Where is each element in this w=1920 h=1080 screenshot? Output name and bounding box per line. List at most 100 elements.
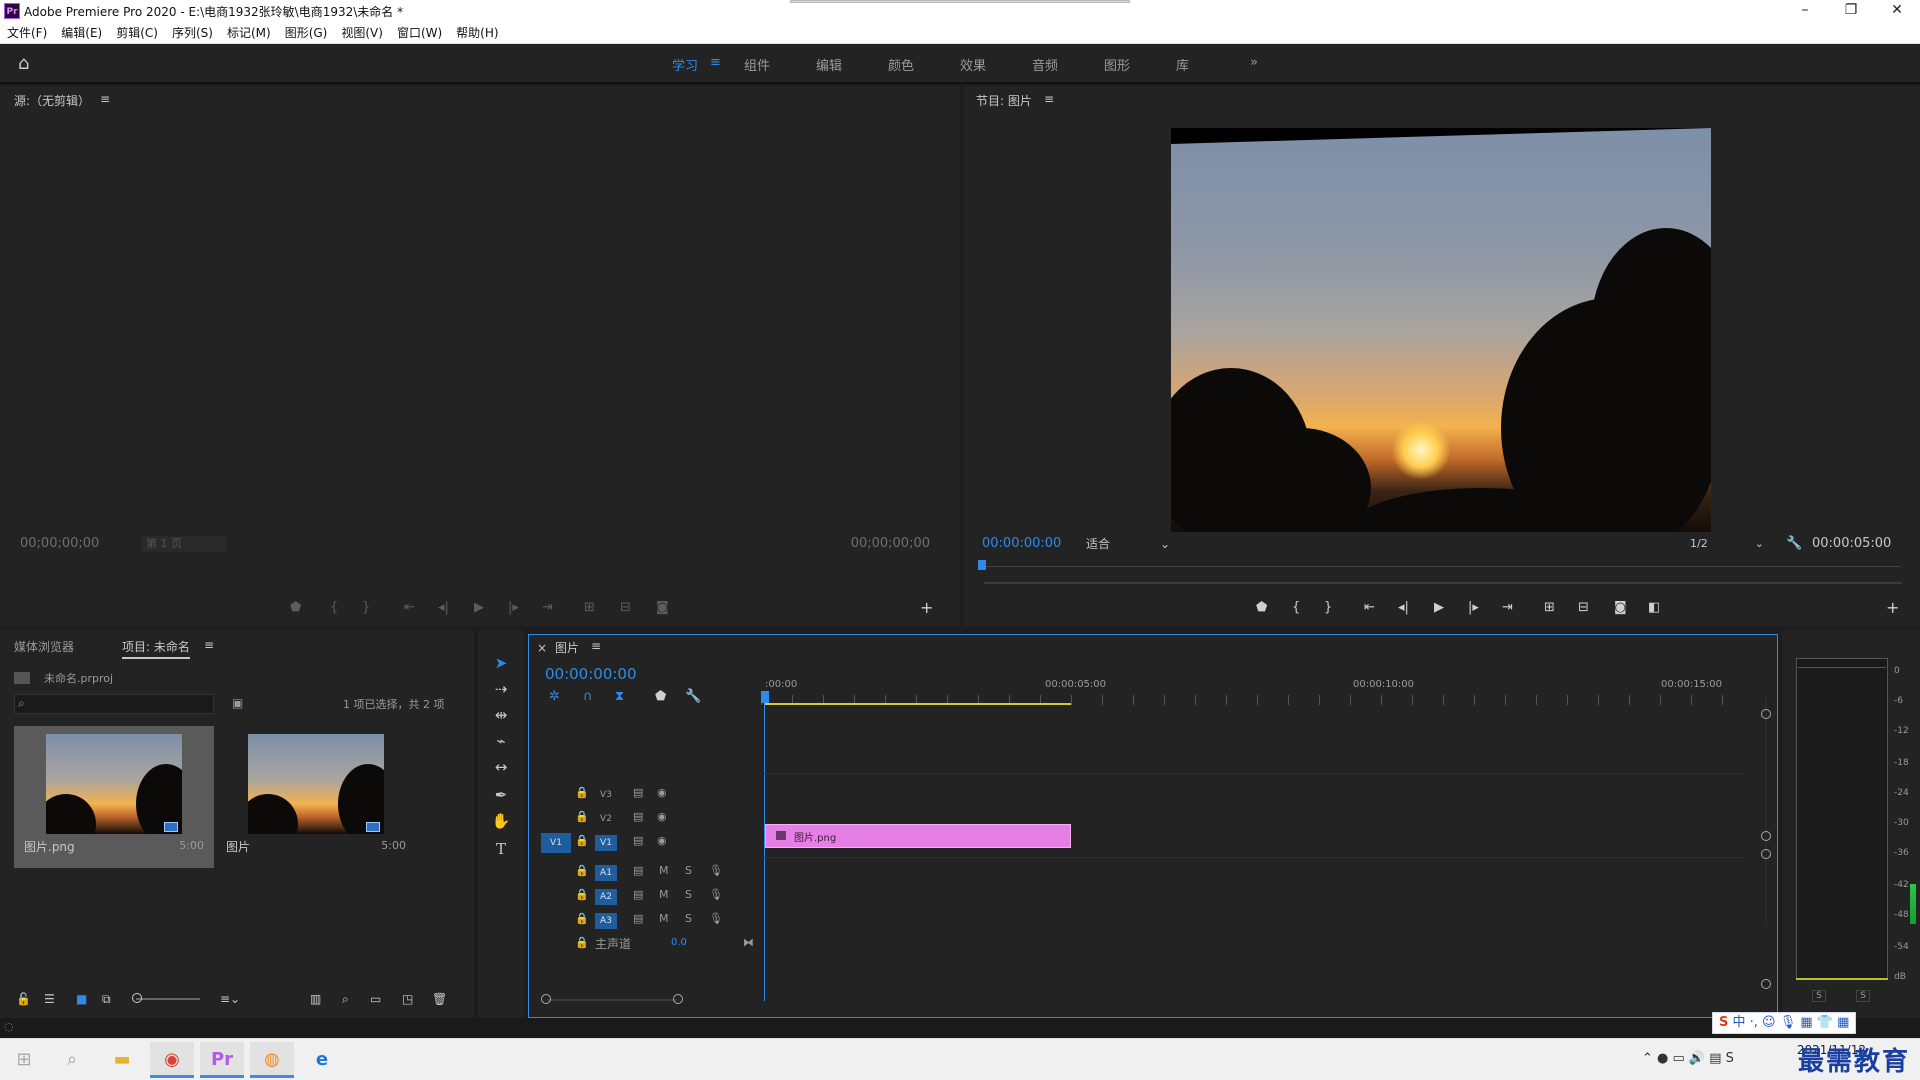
workspace-tab-effects[interactable]: 效果	[960, 55, 986, 74]
mute-button[interactable]: M	[659, 912, 669, 925]
mark-in-icon[interactable]: {	[330, 600, 338, 615]
search-icon[interactable]: ⌕	[50, 1042, 94, 1078]
file-explorer-icon[interactable]: ▬	[100, 1042, 144, 1078]
panel-menu-icon[interactable]: ≡	[204, 638, 214, 652]
program-zoom-bar[interactable]	[984, 582, 1902, 584]
menu-file[interactable]: 文件(F)	[0, 22, 54, 44]
extract-icon[interactable]: ⊟	[1578, 600, 1589, 615]
restore-button[interactable]: ❐	[1828, 0, 1874, 22]
play-icon[interactable]: ▶	[474, 600, 484, 615]
playhead-icon[interactable]	[978, 560, 986, 570]
lock-icon[interactable]: 🔒	[575, 912, 589, 925]
go-to-out-icon[interactable]: ⇥	[1502, 600, 1513, 615]
menu-edit[interactable]: 编辑(E)	[54, 22, 109, 44]
workspace-menu-icon[interactable]: ≡	[710, 55, 721, 70]
step-forward-icon[interactable]: |▸	[1468, 600, 1479, 615]
panel-menu-icon[interactable]: ≡	[1044, 92, 1054, 106]
edge-icon[interactable]: e	[300, 1042, 344, 1078]
nest-sequences-icon[interactable]: ✲	[549, 689, 560, 704]
linked-selection-icon[interactable]: ⧗	[615, 689, 624, 704]
tab-project[interactable]: 项目: 未命名	[122, 638, 190, 659]
microphone-icon[interactable]: 🎙	[709, 912, 723, 925]
scroll-handle[interactable]	[1761, 831, 1771, 841]
chrome-icon[interactable]: ◉	[150, 1042, 194, 1078]
close-tab-icon[interactable]: ×	[537, 641, 547, 655]
step-back-icon[interactable]: ◂|	[1398, 600, 1409, 615]
lock-icon[interactable]: 🔓	[16, 992, 31, 1006]
workspace-tab-color[interactable]: 颜色	[888, 55, 914, 74]
selection-tool-icon[interactable]: ➤	[490, 652, 512, 674]
sort-icon[interactable]: ≡⌄	[220, 992, 240, 1006]
add-marker-icon[interactable]: ⬟	[1256, 600, 1267, 615]
source-patch-v1[interactable]: V1	[541, 833, 571, 853]
sync-lock-icon[interactable]: ▤	[633, 888, 643, 901]
panel-menu-icon[interactable]: ≡	[591, 639, 601, 653]
go-to-out-icon[interactable]: ⇥	[542, 600, 553, 615]
track-v2[interactable]: 🔒 V2 ▤ ◉	[529, 807, 761, 831]
solo-button[interactable]: S	[685, 864, 692, 877]
fit-dropdown[interactable]: 适合 ⌄	[1086, 536, 1176, 552]
hand-tool-icon[interactable]: ✋	[490, 810, 512, 832]
workspace-tab-learn[interactable]: 学习	[672, 55, 698, 74]
menu-sequence[interactable]: 序列(S)	[165, 22, 220, 44]
sync-lock-icon[interactable]: ▤	[633, 912, 643, 925]
find-icon[interactable]: ⌕	[342, 992, 349, 1007]
eye-icon[interactable]: ◉	[657, 810, 667, 823]
go-to-in-icon[interactable]: ⇤	[404, 600, 415, 615]
slip-tool-icon[interactable]: ↔	[490, 756, 512, 778]
new-bin-icon[interactable]: ▭	[370, 992, 381, 1006]
menu-graphics[interactable]: 图形(G)	[278, 22, 335, 44]
go-to-in-icon[interactable]: ⇤	[1364, 600, 1375, 615]
workspace-overflow-icon[interactable]: »	[1250, 55, 1258, 70]
zoom-slider-handle[interactable]	[132, 993, 142, 1003]
mark-out-icon[interactable]: }	[1324, 600, 1332, 615]
export-frame-icon[interactable]: ◙	[656, 600, 669, 615]
eye-icon[interactable]: ◉	[657, 786, 667, 799]
mute-button[interactable]: M	[659, 864, 669, 877]
pen-tool-icon[interactable]: ✒	[490, 784, 512, 806]
premiere-taskbar-icon[interactable]: Pr	[200, 1042, 244, 1078]
master-expand-icon[interactable]: ⧓	[743, 936, 754, 949]
timeline-settings-icon[interactable]: 🔧	[685, 689, 701, 704]
source-timecode-out[interactable]: 00;00;00;00	[851, 536, 930, 551]
add-marker-icon[interactable]: ⬟	[290, 600, 301, 615]
wrench-icon[interactable]: 🔧	[1786, 536, 1802, 551]
mark-out-icon[interactable]: }	[362, 600, 370, 615]
comparison-view-icon[interactable]: ◧	[1648, 600, 1660, 615]
source-timecode-in[interactable]: 00;00;00;00	[20, 536, 99, 551]
master-volume-value[interactable]: 0.0	[671, 937, 687, 948]
sync-lock-icon[interactable]: ▤	[633, 864, 643, 877]
program-monitor-title[interactable]: 节目: 图片	[976, 92, 1032, 109]
workspace-tab-libraries[interactable]: 库	[1176, 55, 1189, 74]
workspace-tab-editing[interactable]: 编辑	[816, 55, 842, 74]
ime-mode-label[interactable]: 中	[1733, 1015, 1746, 1030]
mark-in-icon[interactable]: {	[1292, 600, 1300, 615]
tab-media-browser[interactable]: 媒体浏览器	[14, 638, 74, 655]
list-view-icon[interactable]: ☰	[44, 992, 55, 1006]
eye-icon[interactable]: ◉	[657, 834, 667, 847]
ripple-edit-tool-icon[interactable]: ⇹	[490, 704, 512, 726]
minimize-button[interactable]: –	[1782, 0, 1828, 22]
track-select-tool-icon[interactable]: ⇢	[490, 678, 512, 700]
play-icon[interactable]: ▶	[1434, 600, 1444, 615]
windows-start-icon[interactable]: ⊞	[2, 1042, 46, 1078]
mute-button[interactable]: M	[659, 888, 669, 901]
sync-lock-icon[interactable]: ▤	[633, 786, 643, 799]
playhead-icon[interactable]	[761, 691, 769, 703]
close-button[interactable]: ✕	[1874, 0, 1920, 22]
source-monitor-title[interactable]: 源:（无剪辑）	[14, 92, 90, 109]
lock-icon[interactable]: 🔒	[575, 810, 589, 823]
menu-help[interactable]: 帮助(H)	[449, 22, 505, 44]
icon-view-icon[interactable]: ■	[76, 992, 87, 1006]
lock-icon[interactable]: 🔒	[575, 834, 589, 847]
lock-icon[interactable]: 🔒	[575, 888, 589, 901]
ime-toolbar[interactable]: S 中 ·, ☺ 🎙 ▦ 👕 ▦	[1712, 1012, 1857, 1034]
step-forward-icon[interactable]: |▸	[508, 600, 519, 615]
track-v3[interactable]: 🔒 V3 ▤ ◉	[529, 783, 761, 807]
meter-solo-left[interactable]: S	[1812, 990, 1826, 1002]
timeline-clip[interactable]: 图片.png	[765, 824, 1071, 848]
overwrite-icon[interactable]: ⊟	[620, 600, 631, 615]
lift-icon[interactable]: ⊞	[1544, 600, 1555, 615]
add-button-icon[interactable]: +	[1886, 598, 1899, 617]
lock-icon[interactable]: 🔒	[575, 936, 589, 949]
